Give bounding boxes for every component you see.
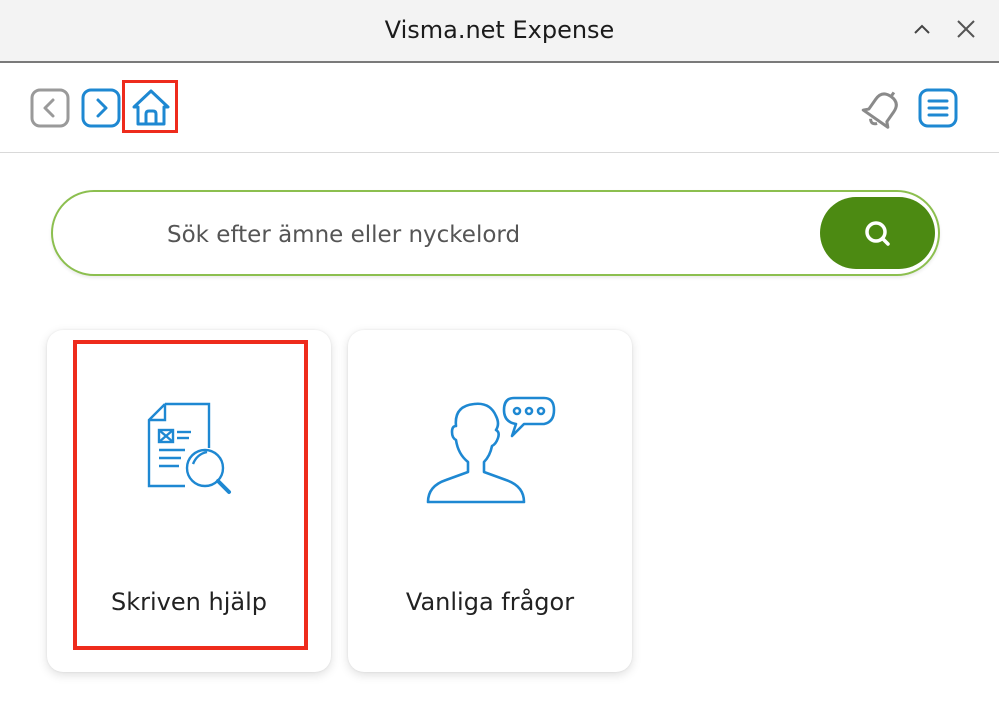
back-button[interactable] — [30, 88, 70, 128]
chevron-up-icon — [914, 24, 930, 34]
search-input[interactable] — [165, 212, 789, 258]
document-search-icon — [147, 402, 231, 494]
card-faq[interactable]: Vanliga frågor — [348, 330, 632, 672]
card-label: Vanliga frågor — [405, 588, 575, 616]
search-icon — [865, 221, 890, 246]
chevron-left-icon — [30, 88, 70, 128]
home-button[interactable] — [122, 80, 178, 133]
person-speech-bubble-icon — [426, 396, 556, 504]
window-titlebar: Visma.net Expense — [0, 0, 999, 63]
card-written-help[interactable]: Skriven hjälp — [47, 330, 331, 672]
hamburger-menu-icon — [918, 88, 958, 128]
menu-button[interactable] — [918, 88, 958, 128]
search-button[interactable] — [820, 197, 935, 269]
chevron-right-icon — [81, 88, 121, 128]
close-icon — [957, 20, 975, 38]
window-title: Visma.net Expense — [384, 16, 615, 44]
card-label: Skriven hjälp — [111, 588, 267, 616]
collapse-button[interactable] — [909, 16, 935, 42]
bell-icon — [861, 91, 898, 129]
notifications-button[interactable] — [858, 83, 908, 133]
toolbar — [0, 63, 999, 153]
home-icon — [132, 89, 170, 126]
search-bar — [51, 190, 940, 276]
forward-button[interactable] — [81, 88, 121, 128]
close-button[interactable] — [953, 16, 979, 42]
